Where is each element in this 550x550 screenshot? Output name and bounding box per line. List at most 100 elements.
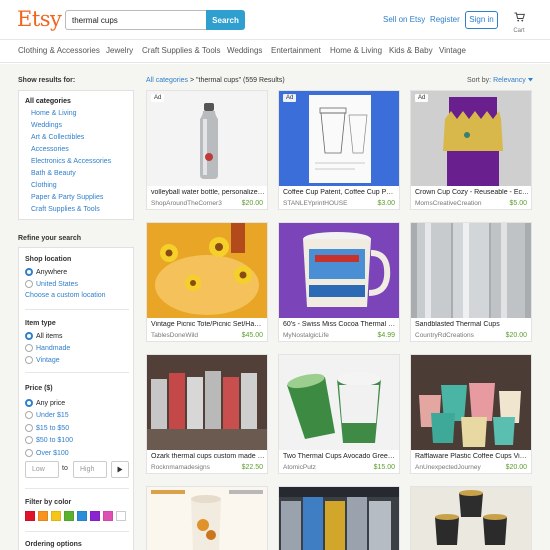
sort-control[interactable]: Sort by: Relevancy (467, 77, 533, 84)
listing-card[interactable] (278, 486, 400, 550)
category-item[interactable]: Art & Collectibles (31, 134, 84, 141)
nav-craft-supplies[interactable]: Craft Supplies & Tools (142, 46, 221, 55)
custom-location-link[interactable]: Choose a custom location (25, 292, 106, 299)
all-categories[interactable]: All categories (25, 98, 71, 105)
listing-title[interactable]: Rafflaware Plastic Coffee Cups Vintage..… (415, 453, 529, 460)
color-swatch-pink[interactable] (103, 511, 113, 521)
listing-image[interactable] (279, 91, 399, 186)
listing-card[interactable] (146, 486, 268, 550)
listing-image[interactable] (147, 223, 267, 318)
category-item[interactable]: Paper & Party Supplies (31, 194, 103, 201)
color-swatch-red[interactable] (25, 511, 35, 521)
listing-image[interactable] (147, 355, 267, 450)
nav-entertainment[interactable]: Entertainment (271, 46, 321, 55)
category-nav: Clothing & Accessories Jewelry Craft Sup… (0, 40, 550, 63)
shop-name[interactable]: AnUnexpectedJourney (415, 464, 481, 471)
listing-title[interactable]: Sandblasted Thermal Cups (415, 321, 529, 328)
search-button[interactable]: Search (206, 10, 245, 30)
location-united-states[interactable]: United States (25, 279, 78, 289)
shop-name[interactable]: ShopAroundTheCorner3 (151, 200, 222, 207)
listing-image[interactable] (411, 91, 531, 186)
price-50-100[interactable]: $50 to $100 (25, 435, 73, 445)
listing-title[interactable]: Coffee Cup Patent, Coffee Cup Poster,... (283, 189, 397, 196)
sign-in-button[interactable]: Sign in (465, 11, 498, 29)
register-link[interactable]: Register (430, 15, 460, 24)
listing-card[interactable]: Sandblasted Thermal Cups CountryRdCreati… (410, 222, 532, 342)
color-swatch-yellow[interactable] (51, 511, 61, 521)
listing-image[interactable] (279, 355, 399, 450)
listing-card[interactable]: Ad Coffee Cup Patent, Coffee Cup Poster,… (278, 90, 400, 210)
category-item[interactable]: Accessories (31, 146, 69, 153)
listing-card[interactable]: Ad Crown Cup Cozy - Reuseable - Eco Fri.… (410, 90, 532, 210)
listing-card[interactable]: Two Thermal Cups Avocado Green Th... Ato… (278, 354, 400, 474)
color-swatch-blue[interactable] (77, 511, 87, 521)
listing-card[interactable]: Rafflaware Plastic Coffee Cups Vintage..… (410, 354, 532, 474)
price-15-50[interactable]: $15 to $50 (25, 423, 69, 433)
price-any[interactable]: Any price (25, 398, 65, 408)
nav-clothing-accessories[interactable]: Clothing & Accessories (18, 46, 100, 55)
nav-home-living[interactable]: Home & Living (330, 46, 382, 55)
listing-image[interactable] (279, 223, 399, 318)
listing-card[interactable]: Vintage Picnic Tote/Picnic Set/Hand P...… (146, 222, 268, 342)
divider (25, 372, 129, 373)
listing-image[interactable] (147, 91, 267, 186)
listing-title[interactable]: Ozark thermal cups custom made glitt... (151, 453, 265, 460)
shop-name[interactable]: Rocknmamadesigns (151, 464, 210, 471)
listing-image[interactable] (411, 223, 531, 318)
listing-image[interactable] (411, 355, 531, 450)
divider (25, 488, 129, 489)
category-item[interactable]: Bath & Beauty (31, 170, 76, 177)
price-under-15[interactable]: Under $15 (25, 410, 69, 420)
breadcrumb-all-categories[interactable]: All categories (146, 77, 188, 84)
color-swatch-green[interactable] (64, 511, 74, 521)
listing-image[interactable] (411, 487, 531, 550)
listing-title[interactable]: Crown Cup Cozy - Reuseable - Eco Fri... (415, 189, 529, 196)
listing-title[interactable]: Two Thermal Cups Avocado Green Th... (283, 453, 397, 460)
shop-name[interactable]: AtomicPutz (283, 464, 316, 471)
nav-jewelry[interactable]: Jewelry (106, 46, 133, 55)
shop-name[interactable]: MyNostalgicLife (283, 332, 329, 339)
sell-on-etsy-link[interactable]: Sell on Etsy (383, 15, 425, 24)
nav-vintage[interactable]: Vintage (439, 46, 466, 55)
ordering-options-label: Ordering options (25, 541, 82, 548)
refine-panel: Shop location Anywhere United States Cho… (18, 247, 134, 550)
color-swatch-purple[interactable] (90, 511, 100, 521)
color-swatch-white[interactable] (116, 511, 126, 521)
price-go-button[interactable] (111, 461, 129, 478)
listing-card[interactable]: 60's - Swiss Miss Cocoa Thermal Cup ... … (278, 222, 400, 342)
shop-name[interactable]: CountryRdCreations (415, 332, 474, 339)
item-type-vintage[interactable]: Vintage (25, 355, 60, 365)
cart-button[interactable]: Cart (511, 9, 527, 34)
breadcrumb: All categories > "thermal cups" (559 Res… (146, 77, 285, 84)
shop-name[interactable]: MomsCreativeCreation (415, 200, 481, 207)
listing-title[interactable]: 60's - Swiss Miss Cocoa Thermal Cup ... (283, 321, 397, 328)
listing-title[interactable]: volleyball water bottle, personalized w.… (151, 189, 265, 196)
item-type-all[interactable]: All items (25, 331, 62, 341)
listing-price: $45.00 (241, 332, 263, 339)
item-type-handmade[interactable]: Handmade (25, 343, 70, 353)
category-item[interactable]: Craft Supplies & Tools (31, 206, 100, 213)
listing-image[interactable] (279, 487, 399, 550)
color-swatch-orange[interactable] (38, 511, 48, 521)
category-item[interactable]: Weddings (31, 122, 62, 129)
listing-image[interactable] (147, 487, 267, 550)
etsy-logo[interactable]: Etsy (17, 7, 62, 31)
listing-card[interactable] (410, 486, 532, 550)
listing-card[interactable]: Ozark thermal cups custom made glitt... … (146, 354, 268, 474)
listing-card[interactable]: Ad volleyball water bottle, personalized… (146, 90, 268, 210)
search-input[interactable] (65, 10, 206, 30)
location-anywhere[interactable]: Anywhere (25, 267, 67, 277)
category-item[interactable]: Clothing (31, 182, 57, 189)
nav-weddings[interactable]: Weddings (227, 46, 262, 55)
category-item[interactable]: Home & Living (31, 110, 77, 117)
shop-name[interactable]: TablesDoneWild (151, 332, 198, 339)
price-over-100[interactable]: Over $100 (25, 448, 69, 458)
nav-kids-baby[interactable]: Kids & Baby (389, 46, 433, 55)
sort-value[interactable]: Relevancy (493, 77, 526, 84)
price-high-input[interactable]: High (73, 461, 107, 478)
price-low-input[interactable]: Low (25, 461, 59, 478)
shop-name[interactable]: STANLEYprintHOUSE (283, 200, 347, 207)
listing-price: $15.00 (373, 464, 395, 471)
category-item[interactable]: Electronics & Accessories (31, 158, 111, 165)
listing-title[interactable]: Vintage Picnic Tote/Picnic Set/Hand P... (151, 321, 265, 328)
